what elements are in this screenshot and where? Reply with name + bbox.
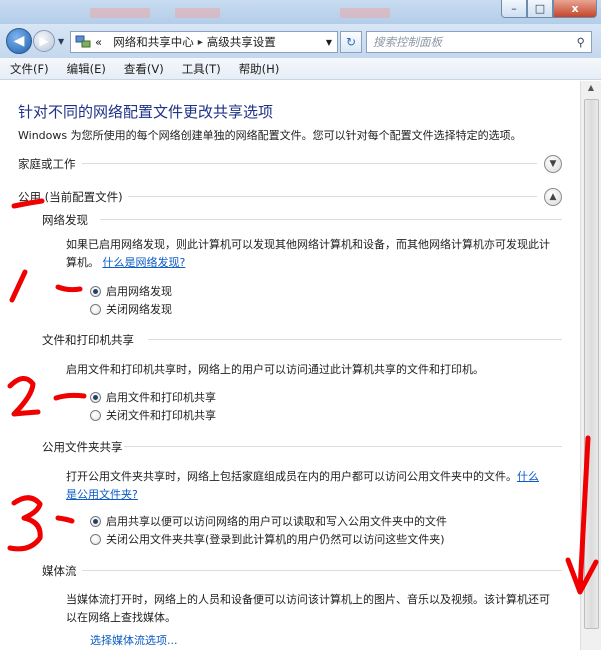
search-placeholder: 搜索控制面板 <box>373 35 442 49</box>
publicfolder-on-label[interactable]: 启用共享以便可以访问网络的用户可以读取和写入公用文件夹中的文件 <box>106 513 447 529</box>
fileprint-description: 启用文件和打印机共享时，网络上的用户可以访问通过此计算机共享的文件和打印机。 <box>66 363 484 376</box>
fileprint-off-label[interactable]: 关闭文件和打印机共享 <box>106 407 216 423</box>
radio-selected-icon[interactable] <box>90 391 101 403</box>
chevron-down-icon: ▼ <box>549 159 557 169</box>
divider <box>148 339 562 340</box>
discovery-off-label[interactable]: 关闭网络发现 <box>106 301 172 317</box>
refresh-button[interactable]: ↻ <box>340 31 362 53</box>
breadcrumb-separator-icon <box>106 37 109 48</box>
page-description: Windows 为您所使用的每个网络创建单独的网络配置文件。您可以针对每个配置文… <box>18 129 522 142</box>
menu-file[interactable]: 文件(F) <box>10 61 49 77</box>
fileprint-on-option[interactable]: 启用文件和打印机共享 <box>90 389 216 405</box>
publicfolder-off-option[interactable]: 关闭公用文件夹共享(登录到此计算机的用户仍然可以访问这些文件夹) <box>90 531 445 547</box>
media-description: 当媒体流打开时，网络上的人员和设备便可以访问该计算机上的图片、音乐以及视频。该计… <box>66 593 550 624</box>
menu-edit[interactable]: 编辑(E) <box>67 61 106 77</box>
discovery-description: 如果已启用网络发现，则此计算机可以发现其他网络计算机和设备，而其他网络计算机亦可… <box>66 236 560 272</box>
divider <box>82 163 537 164</box>
fileprint-off-option[interactable]: 关闭文件和打印机共享 <box>90 407 216 423</box>
radio-selected-icon[interactable] <box>90 285 101 297</box>
forward-button[interactable]: ▶ <box>33 30 55 52</box>
address-bar: ◀ ▶ ▼ « 网络和共享中心 ▸ 高级共享设置 ▼ ↻ 搜索控制面板 ⚲ <box>0 24 601 58</box>
maximize-button[interactable]: □ <box>527 0 553 18</box>
minimize-button[interactable]: – <box>501 0 527 18</box>
chevron-up-icon: ▲ <box>549 192 557 202</box>
page-title: 针对不同的网络配置文件更改共享选项 <box>18 103 274 121</box>
discovery-on-label[interactable]: 启用网络发现 <box>106 283 172 299</box>
window-controls: – □ x <box>501 0 597 18</box>
scroll-up-icon[interactable]: ▲ <box>584 83 598 97</box>
publicfolder-heading: 公用文件夹共享 <box>42 440 123 454</box>
title-bar: – □ x <box>0 0 601 24</box>
menu-view[interactable]: 查看(V) <box>124 61 164 77</box>
blurred-region <box>175 8 220 18</box>
radio-icon[interactable] <box>90 303 101 315</box>
divider <box>100 219 562 220</box>
scroll-thumb[interactable] <box>584 99 599 629</box>
blurred-region <box>90 8 150 18</box>
radio-icon[interactable] <box>90 409 101 421</box>
close-button[interactable]: x <box>553 0 597 18</box>
menu-help[interactable]: 帮助(H) <box>239 61 280 77</box>
menu-bar: 文件(F) 编辑(E) 查看(V) 工具(T) 帮助(H) <box>0 58 601 80</box>
discovery-on-option[interactable]: 启用网络发现 <box>90 283 172 299</box>
search-icon[interactable]: ⚲ <box>577 35 585 49</box>
main-content: 针对不同的网络配置文件更改共享选项 Windows 为您所使用的每个网络创建单独… <box>0 81 580 650</box>
publicfolder-on-option[interactable]: 启用共享以便可以访问网络的用户可以读取和写入公用文件夹中的文件 <box>90 513 447 529</box>
collapse-public-button[interactable]: ▲ <box>544 188 562 206</box>
blurred-region <box>340 8 390 18</box>
discovery-help-link[interactable]: 什么是网络发现? <box>103 256 186 269</box>
history-dropdown-icon[interactable]: ▼ <box>58 37 64 46</box>
discovery-off-option[interactable]: 关闭网络发现 <box>90 301 172 317</box>
menu-tools[interactable]: 工具(T) <box>182 61 221 77</box>
arrow-left-icon: ◀ <box>13 33 25 49</box>
media-heading: 媒体流 <box>42 564 77 578</box>
publicfolder-help-link[interactable]: 什么 <box>517 470 539 483</box>
chevron-down-icon[interactable]: ▼ <box>326 38 332 47</box>
expand-home-button[interactable]: ▼ <box>544 155 562 173</box>
divider <box>124 446 562 447</box>
profile-home-label[interactable]: 家庭或工作 <box>18 156 76 172</box>
search-input[interactable]: 搜索控制面板 ⚲ <box>366 31 592 53</box>
publicfolder-help-link-cont[interactable]: 是公用文件夹? <box>66 488 138 501</box>
fileprint-heading: 文件和打印机共享 <box>42 333 134 347</box>
breadcrumb[interactable]: « 网络和共享中心 ▸ 高级共享设置 ▼ <box>70 31 338 53</box>
back-button[interactable]: ◀ <box>6 28 32 54</box>
breadcrumb-advanced-sharing[interactable]: 高级共享设置 <box>207 34 276 50</box>
chevron-right-icon[interactable]: ▸ <box>198 37 203 48</box>
divider <box>128 196 537 197</box>
radio-icon[interactable] <box>90 533 101 545</box>
profile-public-label[interactable]: 公用 (当前配置文件) <box>18 189 123 205</box>
radio-selected-icon[interactable] <box>90 515 101 527</box>
publicfolder-description: 打开公用文件夹共享时，网络上包括家庭组成员在内的用户都可以访问公用文件夹中的文件… <box>66 468 560 504</box>
refresh-icon: ↻ <box>345 35 357 49</box>
fileprint-on-label[interactable]: 启用文件和打印机共享 <box>106 389 216 405</box>
breadcrumb-prefix[interactable]: « <box>95 35 102 49</box>
discovery-heading: 网络发现 <box>42 213 88 227</box>
divider <box>82 570 562 571</box>
network-icon <box>75 35 91 49</box>
arrow-right-icon: ▶ <box>39 34 49 48</box>
media-options-link[interactable]: 选择媒体流选项... <box>90 632 178 648</box>
vertical-scrollbar[interactable]: ▲ <box>580 81 601 650</box>
publicfolder-text: 打开公用文件夹共享时，网络上包括家庭组成员在内的用户都可以访问公用文件夹中的文件… <box>66 470 517 483</box>
publicfolder-off-label[interactable]: 关闭公用文件夹共享(登录到此计算机的用户仍然可以访问这些文件夹) <box>106 531 445 547</box>
breadcrumb-network-center[interactable]: 网络和共享中心 <box>113 34 194 50</box>
